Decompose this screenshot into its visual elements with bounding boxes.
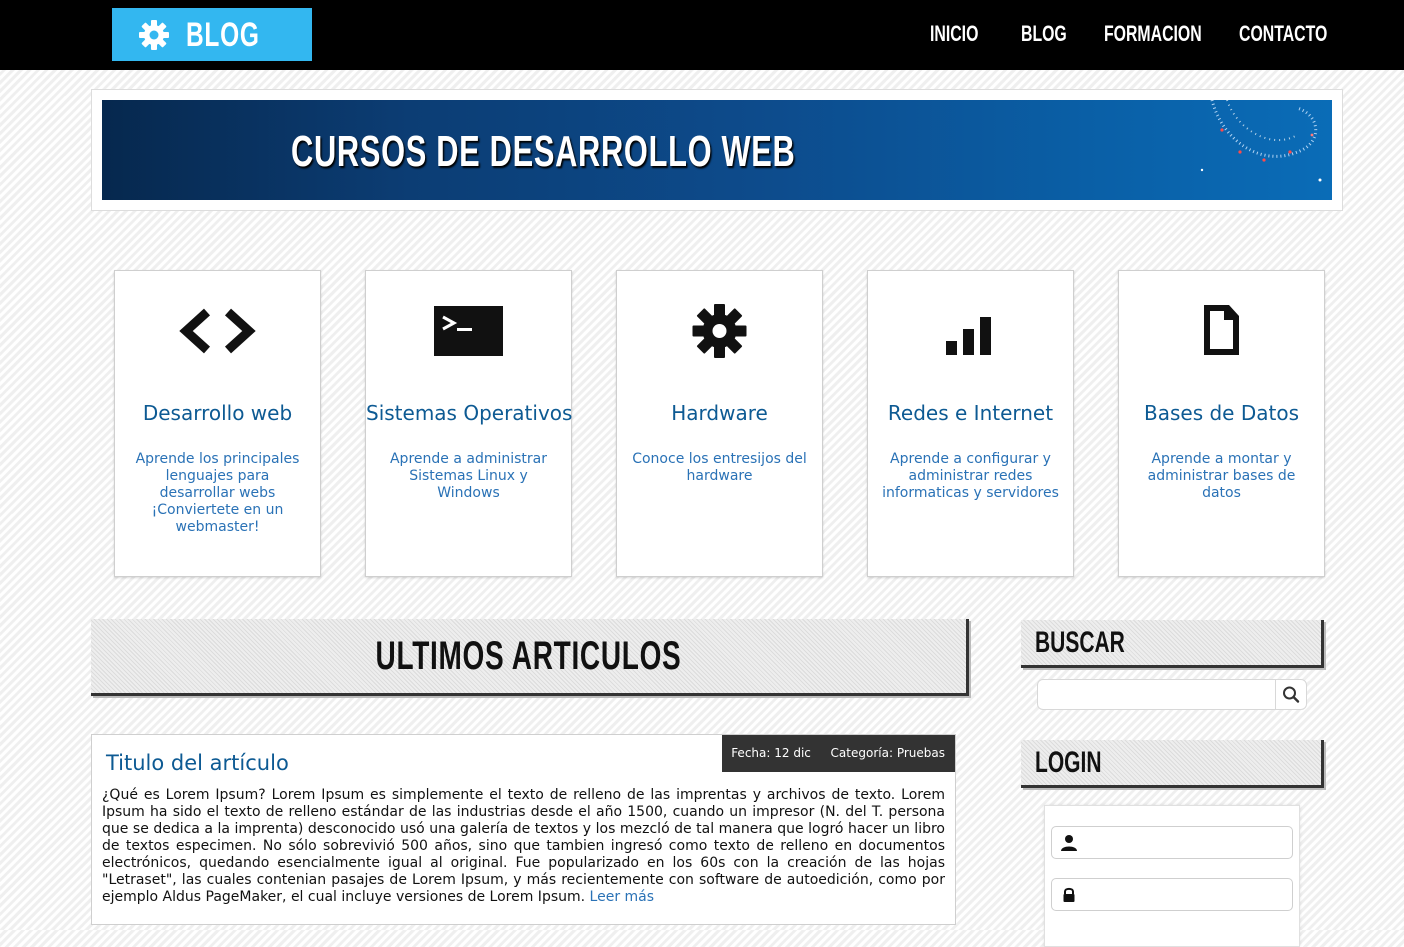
date-label: Fecha:	[731, 746, 771, 760]
nav-item-contacto[interactable]: CONTACTO	[1239, 20, 1327, 48]
nav-item-inicio[interactable]: INICIO	[930, 20, 978, 48]
nav-item-formacion[interactable]: FORMACION	[1104, 20, 1202, 48]
article-meta: Fecha: 12 dic Categoría: Pruebas	[722, 735, 955, 772]
read-more-link[interactable]: Leer más	[590, 889, 655, 905]
card-description: Conoce los entresijos del hardware	[632, 451, 807, 484]
lock-icon	[1063, 887, 1075, 902]
top-navigation-bar: BLOG INICIO BLOG FORMACION CONTACTO	[0, 0, 1404, 70]
terminal-icon	[434, 306, 503, 356]
course-card-sistemas-operativos[interactable]: Sistemas Operativos Aprende a administra…	[365, 270, 572, 577]
article-body: ¿Qué es Lorem Ipsum? Lorem Ipsum es simp…	[102, 787, 945, 906]
card-description: Aprende a administrar Sistemas Linux y W…	[389, 451, 547, 501]
card-title[interactable]: Hardware	[617, 399, 822, 427]
gear-icon	[139, 20, 169, 50]
course-card-hardware[interactable]: Hardware Conoce los entresijos del hardw…	[616, 270, 823, 577]
sparkle-swirl-decoration	[1200, 100, 1322, 182]
gear-icon	[692, 304, 747, 358]
username-field	[1051, 826, 1293, 860]
password-input[interactable]	[1082, 879, 1291, 912]
card-title[interactable]: Sistemas Operativos	[366, 399, 572, 427]
signal-bars-icon	[946, 317, 991, 355]
latest-articles-header: ULTIMOS ARTICULOS	[91, 619, 969, 696]
document-icon	[1204, 305, 1239, 355]
username-input[interactable]	[1082, 827, 1291, 860]
course-card-desarrollo-web[interactable]: Desarrollo web Aprende los principales l…	[114, 270, 321, 577]
category-label: Categoría:	[830, 746, 893, 760]
banner: CURSOS DE DESARROLLO WEB	[102, 100, 1332, 200]
blog-logo[interactable]: BLOG	[112, 8, 312, 61]
article-title[interactable]: Titulo del artículo	[106, 749, 289, 777]
search-button[interactable]	[1275, 680, 1306, 709]
login-header: LOGIN	[1021, 740, 1324, 788]
card-title[interactable]: Bases de Datos	[1119, 399, 1324, 427]
course-card-redes-internet[interactable]: Redes e Internet Aprende a configurar y …	[867, 270, 1074, 577]
category-value: Pruebas	[896, 746, 945, 760]
user-icon	[1061, 835, 1077, 851]
search-box	[1037, 679, 1307, 710]
logo-text: BLOG	[186, 16, 260, 54]
search-header: BUSCAR	[1021, 620, 1324, 668]
login-panel	[1044, 805, 1300, 947]
search-icon	[1283, 686, 1300, 703]
banner-title: CURSOS DE DESARROLLO WEB	[291, 127, 796, 176]
card-title[interactable]: Desarrollo web	[115, 399, 320, 427]
login-title: LOGIN	[1035, 746, 1102, 779]
section-title: ULTIMOS ARTICULOS	[375, 634, 682, 678]
nav-item-blog[interactable]: BLOG	[1021, 20, 1067, 48]
card-description: Aprende a montar y administrar bases de …	[1147, 451, 1296, 501]
article-card: Titulo del artículo Fecha: 12 dic Catego…	[91, 734, 956, 925]
course-card-bases-de-datos[interactable]: Bases de Datos Aprende a montar y admini…	[1118, 270, 1325, 577]
search-input[interactable]	[1038, 680, 1270, 709]
password-field	[1051, 878, 1293, 912]
banner-frame: CURSOS DE DESARROLLO WEB	[91, 89, 1343, 211]
code-icon	[179, 308, 256, 354]
card-description: Aprende los principales lenguajes para d…	[135, 451, 300, 535]
card-description: Aprende a configurar y administrar redes…	[882, 451, 1059, 501]
date-value: 12 dic	[774, 746, 811, 760]
card-title[interactable]: Redes e Internet	[868, 399, 1073, 427]
search-title: BUSCAR	[1035, 626, 1125, 659]
article-excerpt: ¿Qué es Lorem Ipsum? Lorem Ipsum es simp…	[102, 787, 945, 905]
